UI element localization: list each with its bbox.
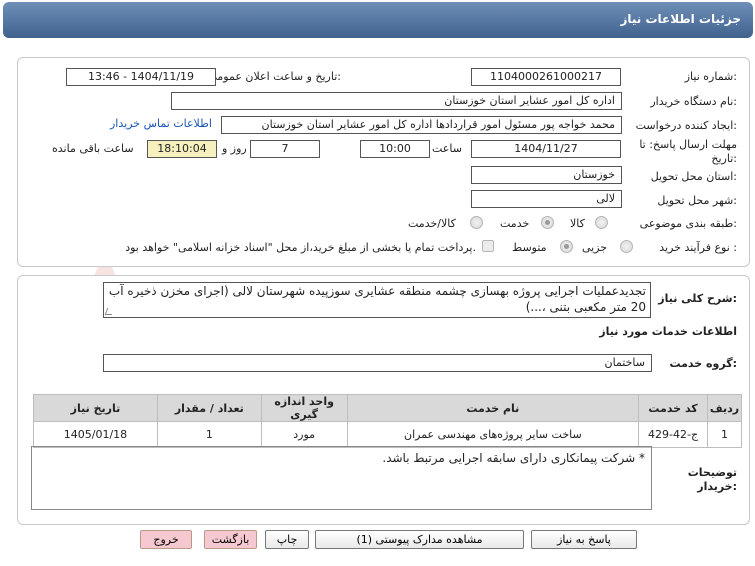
category-goods-radio[interactable] [595, 216, 608, 229]
service-group-label: گروه خدمت: [669, 357, 737, 370]
deadline-label-date: تاریخ: [711, 152, 737, 165]
deadline-time-label: ساعت [432, 142, 462, 155]
cell-quantity: 1 [156, 421, 262, 448]
remaining-label: ساعت باقی مانده [52, 142, 134, 155]
buyer-notes-field[interactable]: * شرکت پیمانکاری دارای سابقه اجرایی مرتب… [31, 446, 652, 510]
col-need-date: تاریخ نیاز [33, 394, 158, 422]
col-row: ردیف [707, 394, 742, 422]
need-number-label: شماره نیاز: [684, 70, 737, 83]
creator-label: ایجاد کننده درخواست: [635, 119, 737, 132]
process-label: نوع فرآیند خرید : [659, 241, 737, 254]
table-header-row: ردیف کد خدمت نام خدمت واحد اندازه گیری ت… [33, 394, 742, 422]
deadline-time-field: 10:00 [360, 140, 430, 158]
info-panel [17, 57, 750, 267]
category-label: طبقه بندی موضوعی: [639, 217, 737, 230]
category-option-service: خدمت [500, 217, 530, 230]
print-button[interactable]: چاپ [265, 530, 309, 549]
buyer-org-label: نام دستگاه خریدار: [650, 95, 737, 108]
cell-unit: مورد [260, 421, 348, 448]
province-field: خوزستان [471, 166, 622, 184]
category-both-radio[interactable] [470, 216, 483, 229]
need-number-field: 1104000261000217 [471, 68, 621, 86]
creator-field: محمد خواجه پور مسئول امور قراردادها ادار… [221, 116, 622, 134]
services-table: ردیف کد خدمت نام خدمت واحد اندازه گیری ت… [33, 394, 742, 448]
category-option-both: کالا/خدمت [408, 217, 456, 230]
category-service-radio[interactable] [541, 216, 554, 229]
col-unit: واحد اندازه گیری [260, 394, 348, 422]
cell-service-name: ساخت سایر پروژه‌های مهندسی عمران [346, 421, 640, 448]
resize-handle[interactable] [104, 308, 115, 315]
description-textarea[interactable]: تجدیدعملیات اجرایی پروژه بهسازی چشمه منط… [103, 282, 651, 318]
reply-button[interactable]: پاسخ به نیاز [531, 530, 637, 549]
announce-label: تاریخ و ساعت اعلان عمومی: [208, 70, 341, 83]
city-field: لالی [471, 190, 622, 208]
process-minor-radio[interactable] [620, 240, 633, 253]
announce-field: 1404/11/19 - 13:46 [66, 68, 216, 86]
title-bar: جزئیات اطلاعات نیاز [3, 2, 753, 38]
payment-note: پرداخت تمام یا بخشی از مبلغ خرید،از محل … [125, 241, 476, 254]
cell-need-date: 1405/01/18 [33, 421, 158, 448]
back-button[interactable]: بازگشت [204, 530, 257, 549]
treasury-checkbox[interactable] [482, 240, 494, 252]
buyer-notes-label: توضیحات [687, 466, 737, 479]
city-label: شهر محل تحویل: [657, 194, 737, 207]
deadline-date-field: 1404/11/27 [471, 140, 621, 158]
services-section-title: اطلاعات خدمات مورد نیاز [599, 325, 737, 338]
province-label: استان محل تحویل: [650, 170, 737, 183]
cell-service-code: ج-42-429 [638, 421, 709, 448]
deadline-label: مهلت ارسال پاسخ: تا [639, 138, 737, 151]
days-field: 7 [250, 140, 320, 158]
exit-button[interactable]: خروج [140, 530, 192, 549]
description-label: شرح کلی نیاز: [658, 292, 737, 305]
col-service-code: کد خدمت [638, 394, 709, 422]
buyer-contact-link[interactable]: اطلاعات تماس خریدار [110, 117, 212, 130]
days-label: روز و [222, 142, 247, 155]
process-option-minor: جزیی [582, 241, 608, 254]
col-quantity: تعداد / مقدار [156, 394, 262, 422]
process-medium-radio[interactable] [560, 240, 573, 253]
attachments-button[interactable]: مشاهده مدارک پیوستی (1) [315, 530, 524, 549]
buyer-org-field: اداره کل امور عشایر استان خوزستان [171, 92, 622, 110]
service-group-field: ساختمان [103, 354, 652, 372]
cell-row: 1 [707, 421, 742, 448]
process-option-medium: متوسط [512, 241, 547, 254]
category-option-goods: کالا [570, 217, 585, 230]
description-text: تجدیدعملیات اجرایی پروژه بهسازی چشمه منط… [108, 284, 646, 314]
page-title: جزئیات اطلاعات نیاز [620, 12, 741, 26]
table-row: 1 ج-42-429 ساخت سایر پروژه‌های مهندسی عم… [33, 421, 742, 448]
buyer-notes-label-2: خریدار: [697, 480, 737, 493]
remaining-time-field: 18:10:04 [147, 140, 217, 158]
col-service-name: نام خدمت [346, 394, 640, 422]
